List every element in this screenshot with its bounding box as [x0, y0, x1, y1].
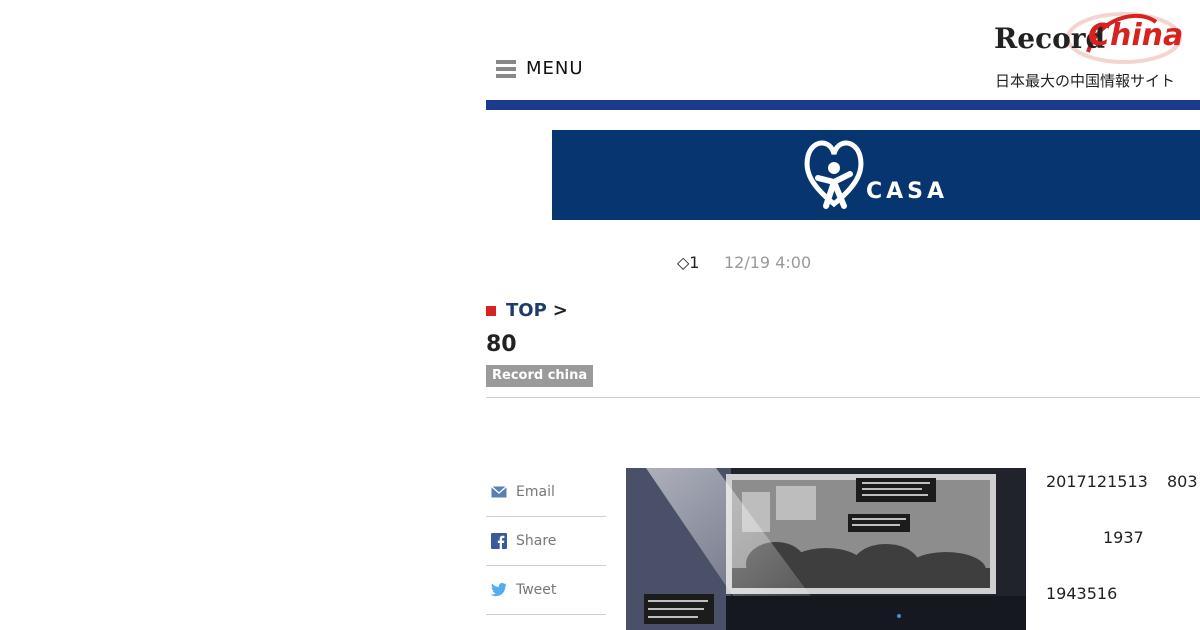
twitter-icon — [491, 582, 507, 598]
menu-label: MENU — [526, 58, 584, 79]
page: MENU Record China 日本最大の中国情報サイト CASA ◇1 1… — [0, 0, 1200, 630]
article-photo — [626, 468, 1026, 630]
casa-heart-icon — [804, 140, 864, 209]
banner-ad[interactable]: CASA — [552, 130, 1200, 220]
paragraph-1: 2017121513 — [1046, 472, 1148, 491]
paragraph-2: 1937 — [1103, 528, 1144, 547]
banner-logo: CASA — [804, 134, 948, 216]
article-date: 12/19 4:00 — [724, 253, 812, 272]
hamburger-icon — [496, 59, 516, 78]
breadcrumb-separator: > — [552, 300, 568, 321]
paragraph-1-extra: 803 — [1167, 472, 1198, 491]
share-facebook-label: Share — [516, 533, 557, 549]
nav-bar — [486, 100, 1200, 110]
red-square-icon — [486, 305, 496, 316]
breadcrumb: TOP > — [486, 300, 568, 321]
view-count: ◇1 — [677, 253, 700, 272]
share-email-label: Email — [516, 484, 555, 500]
share-email-button[interactable]: Email — [486, 468, 606, 517]
divider — [486, 397, 1200, 398]
site-logo[interactable]: Record China 日本最大の中国情報サイト — [988, 8, 1188, 92]
logo-tagline: 日本最大の中国情報サイト — [995, 72, 1176, 90]
banner-brand: CASA — [865, 179, 949, 204]
share-sidebar: Email Share Tweet — [486, 468, 606, 615]
share-facebook-button[interactable]: Share — [486, 517, 606, 566]
share-twitter-button[interactable]: Tweet — [486, 566, 606, 615]
logo-china: China — [1088, 18, 1184, 53]
article-title: 80 — [486, 332, 517, 357]
source-badge: Record china — [486, 365, 594, 387]
share-twitter-label: Tweet — [516, 582, 557, 598]
paragraph-3: 1943516 — [1046, 584, 1118, 603]
email-icon — [491, 484, 507, 500]
breadcrumb-top-link[interactable]: TOP — [506, 300, 547, 321]
facebook-icon — [491, 533, 507, 549]
menu-button[interactable]: MENU — [496, 58, 584, 79]
museum-exhibit-image — [626, 468, 1026, 630]
